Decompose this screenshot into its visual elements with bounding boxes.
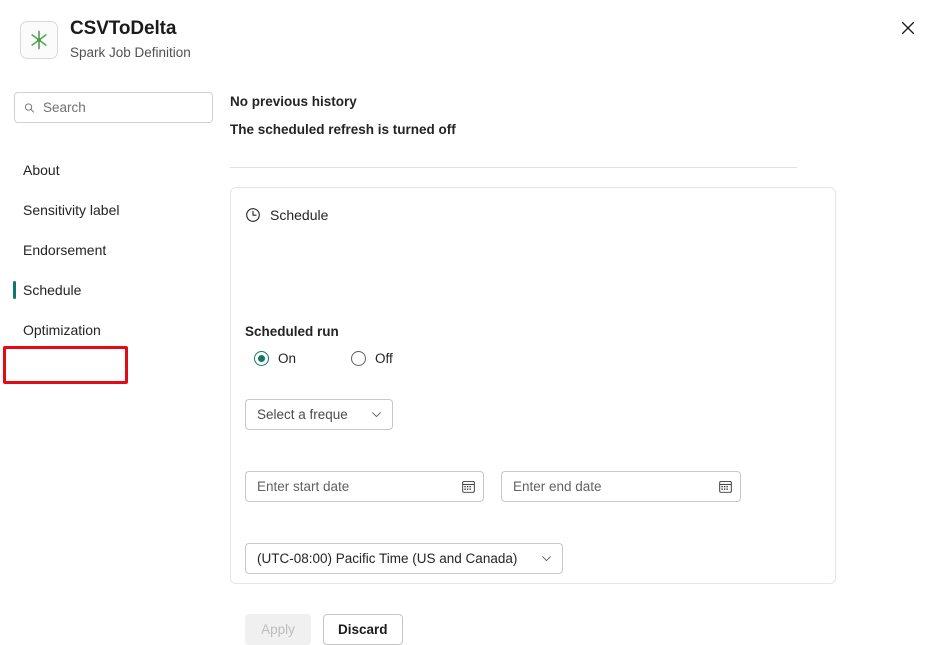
sidebar-item-endorsement[interactable]: Endorsement	[0, 230, 228, 270]
sidebar: About Sensitivity label Endorsement Sche…	[0, 78, 228, 594]
main-content: No previous history The scheduled refres…	[228, 78, 942, 594]
sidebar-item-label: Optimization	[23, 322, 101, 338]
apply-button[interactable]: Apply	[245, 614, 311, 645]
sidebar-item-schedule[interactable]: Schedule	[0, 270, 228, 310]
scheduled-run-radio-group: On Off	[254, 351, 393, 366]
calendar-icon[interactable]	[461, 479, 476, 494]
schedule-card: Schedule Scheduled run On Off Repeat Sel…	[230, 187, 836, 584]
item-type-subtitle: Spark Job Definition	[70, 43, 191, 63]
end-date-input[interactable]	[513, 479, 700, 494]
title-block: CSVToDelta Spark Job Definition	[70, 17, 191, 63]
time-zone-select[interactable]: (UTC-08:00) Pacific Time (US and Canada)	[245, 543, 563, 574]
calendar-icon[interactable]	[718, 479, 733, 494]
discard-button[interactable]: Discard	[323, 614, 403, 645]
sidebar-item-label: Endorsement	[23, 242, 106, 258]
radio-label-off: Off	[375, 351, 393, 366]
search-input[interactable]	[43, 100, 203, 115]
radio-circle-off	[351, 351, 366, 366]
card-action-buttons: Apply Discard	[245, 614, 403, 645]
sidebar-item-optimization[interactable]: Optimization	[0, 310, 228, 350]
radio-option-off[interactable]: Off	[351, 351, 393, 366]
time-zone-value: (UTC-08:00) Pacific Time (US and Canada)	[257, 551, 517, 566]
scheduled-run-label: Scheduled run	[245, 324, 339, 339]
sidebar-item-about[interactable]: About	[0, 150, 228, 190]
sidebar-item-label: About	[23, 162, 60, 178]
start-date-field[interactable]	[245, 471, 484, 502]
history-text: No previous history	[230, 94, 357, 109]
refresh-status-text: The scheduled refresh is turned off	[230, 122, 456, 137]
radio-label-on: On	[278, 351, 296, 366]
close-icon	[900, 20, 916, 36]
sidebar-item-sensitivity-label[interactable]: Sensitivity label	[0, 190, 228, 230]
selected-indicator-bar	[13, 281, 16, 299]
page-title: CSVToDelta	[70, 17, 191, 41]
spark-asterisk-icon	[20, 21, 58, 59]
end-date-field[interactable]	[501, 471, 741, 502]
section-divider	[230, 167, 797, 168]
sidebar-item-label: Schedule	[23, 282, 81, 298]
repeat-select-value: Select a freque	[257, 407, 348, 422]
chevron-down-icon	[370, 408, 383, 421]
annotation-highlight-rect	[3, 346, 128, 384]
clock-icon	[245, 207, 261, 223]
search-box[interactable]	[14, 92, 213, 123]
sidebar-item-label: Sensitivity label	[23, 202, 120, 218]
start-date-input[interactable]	[257, 479, 443, 494]
sidebar-nav-list: About Sensitivity label Endorsement Sche…	[0, 150, 228, 350]
card-header-label: Schedule	[270, 207, 328, 223]
dialog-header: CSVToDelta Spark Job Definition	[0, 0, 942, 78]
search-icon	[24, 101, 35, 115]
card-header: Schedule	[245, 207, 328, 223]
chevron-down-icon	[540, 552, 553, 565]
close-button[interactable]	[892, 12, 924, 44]
repeat-frequency-select[interactable]: Select a freque	[245, 399, 393, 430]
radio-dot	[258, 355, 265, 362]
radio-option-on[interactable]: On	[254, 351, 296, 366]
radio-circle-on	[254, 351, 269, 366]
